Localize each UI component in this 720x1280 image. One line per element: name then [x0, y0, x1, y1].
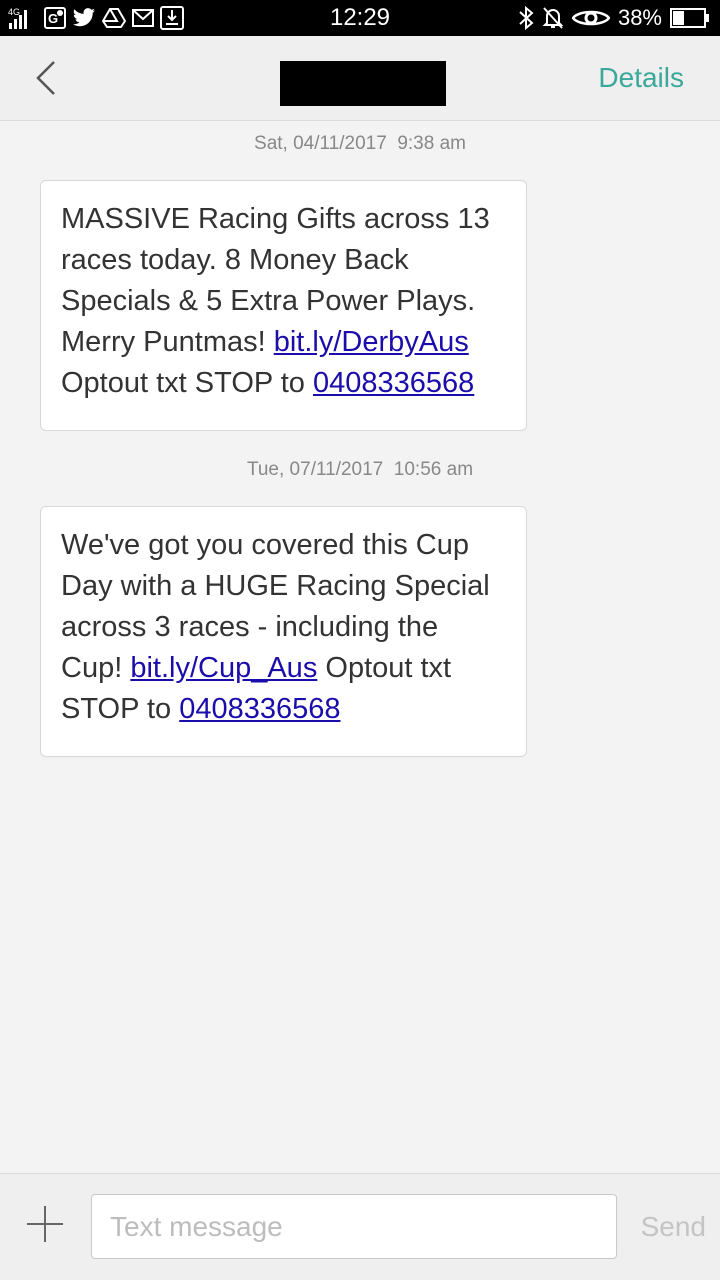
message-bubble[interactable]: We've got you covered this Cup Day with …	[40, 506, 527, 757]
plus-icon	[27, 1206, 63, 1242]
message-input[interactable]	[91, 1194, 617, 1259]
send-button[interactable]: Send	[641, 1210, 706, 1244]
chevron-left-icon	[36, 61, 55, 95]
eye-icon	[571, 6, 610, 30]
message-timestamp: Tue, 07/11/2017 10:56 am	[246, 459, 474, 480]
contact-name-redacted[interactable]	[280, 61, 446, 106]
status-bar: 4G G 12:29 38%	[0, 0, 720, 36]
message-link[interactable]: bit.ly/DerbyAus	[274, 326, 469, 358]
compose-bar: Send	[0, 1173, 720, 1280]
message-link[interactable]: bit.ly/Cup_Aus	[130, 652, 317, 684]
phone-number-link[interactable]: 0408336568	[179, 693, 340, 725]
message-bubble[interactable]: MASSIVE Racing Gifts across 13 races tod…	[40, 180, 527, 431]
message-text: Optout txt STOP to	[61, 367, 313, 399]
messaging-app: 4G G 12:29 38% Details Sat, 04/11/2017 9…	[0, 0, 720, 1280]
message-timestamp: Sat, 04/11/2017 9:38 am	[254, 133, 466, 154]
battery-icon	[670, 6, 710, 30]
status-right-icons: 38%	[518, 4, 710, 32]
bluetooth-icon	[518, 6, 534, 30]
conversation-header: Details	[0, 36, 720, 121]
attach-button[interactable]	[24, 1203, 66, 1245]
phone-number-link[interactable]: 0408336568	[313, 367, 474, 399]
message-list[interactable]: Sat, 04/11/2017 9:38 am MASSIVE Racing G…	[0, 121, 720, 1173]
back-button[interactable]	[22, 54, 70, 102]
battery-percent: 38%	[617, 5, 662, 30]
notifications-off-icon	[542, 6, 564, 30]
details-button[interactable]: Details	[598, 60, 684, 96]
